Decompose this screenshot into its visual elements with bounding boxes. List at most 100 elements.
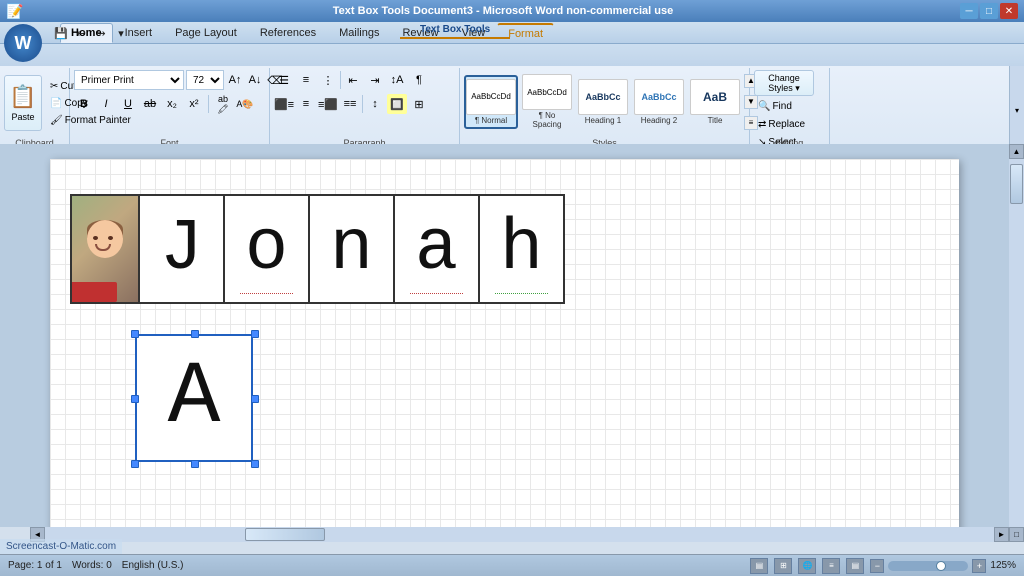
text-box-tools-label: Text Box Tools: [400, 22, 510, 39]
style-normal-preview: AaBbCcDd: [466, 79, 516, 115]
web-view-button[interactable]: 🌐: [798, 558, 816, 574]
scroll-track-vertical[interactable]: [1009, 159, 1024, 527]
horizontal-scrollbar[interactable]: ◄ ►: [30, 527, 1009, 542]
style-heading1[interactable]: AaBbCc Heading 1: [576, 75, 630, 129]
handle-bottom-left[interactable]: [131, 460, 139, 468]
selected-textbox-wrapper: A: [135, 334, 255, 464]
qat-more[interactable]: ▾: [112, 24, 130, 42]
tab-mailings[interactable]: Mailings: [328, 23, 390, 43]
expand-icon: ▾: [1015, 106, 1019, 115]
outline-view-button[interactable]: ≡: [822, 558, 840, 574]
words-status: Words: 0: [72, 560, 112, 571]
font-name-select[interactable]: Primer Print: [74, 70, 184, 90]
decrease-indent-button[interactable]: ⇤: [343, 70, 363, 90]
handle-middle-left[interactable]: [131, 395, 139, 403]
paste-button[interactable]: 📋 Paste: [4, 75, 42, 131]
font-name-row: Primer Print 72 A↑ A↓ ⌫: [74, 70, 284, 90]
print-view-button[interactable]: ▤: [750, 558, 768, 574]
style-heading1-label: Heading 1: [585, 116, 621, 125]
replace-button[interactable]: ⇄Replace: [754, 116, 809, 132]
window-title: Text Box Tools Document3 - Microsoft Wor…: [46, 5, 960, 17]
paragraph-content: ☰ ≡ ⋮ ⇤ ⇥ ↕A ¶ ⬛≡ ≡ ≡⬛ ≡≡ ↕ 🔲 ⊞: [274, 70, 429, 148]
child-face: [85, 220, 125, 268]
letter-box-J: J: [140, 194, 225, 304]
tab-page-layout[interactable]: Page Layout: [164, 23, 248, 43]
handle-top-right[interactable]: [251, 330, 259, 338]
zoom-out-button[interactable]: −: [870, 559, 884, 573]
line-spacing-button[interactable]: ↕: [365, 94, 385, 114]
bullet-list-button[interactable]: ☰: [274, 70, 294, 90]
font-color-button[interactable]: A🎨: [235, 94, 255, 114]
zoom-in-button[interactable]: +: [972, 559, 986, 573]
strikethrough-button[interactable]: ab: [140, 94, 160, 114]
status-bar: Page: 1 of 1 Words: 0 English (U.S.) ▤ ⊞…: [0, 554, 1024, 576]
superscript-button[interactable]: x²: [184, 94, 204, 114]
scroll-thumb-horizontal[interactable]: [245, 528, 325, 541]
document-area[interactable]: J o n a h: [0, 144, 1009, 527]
decrease-font-button[interactable]: A↓: [246, 71, 264, 89]
close-button[interactable]: ✕: [1000, 3, 1018, 19]
spell-underline-h: [495, 292, 548, 294]
border-button[interactable]: ⊞: [409, 94, 429, 114]
font-format-row: B I U ab x₂ x² ab🖍 A🎨: [74, 94, 255, 114]
shirt: [70, 282, 117, 302]
minimize-button[interactable]: ─: [960, 3, 978, 19]
align-center-button[interactable]: ≡: [296, 94, 316, 114]
multilevel-list-button[interactable]: ⋮: [318, 70, 338, 90]
letter-box-a: a: [395, 194, 480, 304]
corner-button[interactable]: □: [1009, 527, 1024, 542]
scroll-right-button[interactable]: ►: [994, 527, 1009, 542]
style-normal[interactable]: AaBbCcDd ¶ Normal: [464, 75, 518, 129]
name-row: J o n a h: [70, 194, 565, 304]
zoom-thumb[interactable]: [936, 561, 946, 571]
handle-middle-right[interactable]: [251, 395, 259, 403]
handle-top-middle[interactable]: [191, 330, 199, 338]
qat-redo[interactable]: ↪: [92, 24, 110, 42]
align-right-button[interactable]: ≡⬛: [318, 94, 338, 114]
qat-save[interactable]: 💾: [52, 24, 70, 42]
ribbon-expand[interactable]: ▾: [1009, 66, 1024, 154]
sort-button[interactable]: ↕A: [387, 70, 407, 90]
scroll-track-horizontal[interactable]: [45, 527, 994, 542]
full-screen-button[interactable]: ⊞: [774, 558, 792, 574]
style-heading2[interactable]: AaBbCc Heading 2: [632, 75, 686, 129]
handle-bottom-right[interactable]: [251, 460, 259, 468]
numbered-list-button[interactable]: ≡: [296, 70, 316, 90]
find-button[interactable]: 🔍Find: [754, 98, 796, 114]
handle-top-left[interactable]: [131, 330, 139, 338]
scroll-up-button[interactable]: ▲: [1009, 144, 1024, 159]
scroll-thumb-vertical[interactable]: [1010, 164, 1023, 204]
handle-bottom-middle[interactable]: [191, 460, 199, 468]
draft-view-button[interactable]: ▤: [846, 558, 864, 574]
separator: [208, 95, 209, 113]
style-title[interactable]: AaB Title: [688, 75, 742, 129]
a-text-box[interactable]: A: [135, 334, 253, 462]
ribbon: 📋 Paste ✂Cut 📄Copy 🖌Format Painter Clipb…: [0, 66, 1024, 154]
bold-button[interactable]: B: [74, 94, 94, 114]
office-button[interactable]: W: [4, 24, 42, 62]
shading-button[interactable]: 🔲: [387, 94, 407, 114]
maximize-button[interactable]: □: [980, 3, 998, 19]
increase-indent-button[interactable]: ⇥: [365, 70, 385, 90]
font-size-select[interactable]: 72: [186, 70, 224, 90]
justify-button[interactable]: ≡≡: [340, 94, 360, 114]
style-title-preview: AaB: [690, 79, 740, 115]
italic-button[interactable]: I: [96, 94, 116, 114]
vertical-scrollbar[interactable]: ▲ ▼: [1009, 144, 1024, 542]
style-no-spacing[interactable]: AaBbCcDd ¶ No Spacing: [520, 70, 574, 133]
tab-references[interactable]: References: [249, 23, 327, 43]
styles-gallery: AaBbCcDd ¶ Normal AaBbCcDd ¶ No Spacing …: [464, 70, 758, 145]
subscript-button[interactable]: x₂: [162, 94, 182, 114]
show-formatting-button[interactable]: ¶: [409, 70, 429, 90]
a-box-container[interactable]: A: [135, 334, 255, 464]
increase-font-button[interactable]: A↑: [226, 71, 244, 89]
change-styles-button[interactable]: Change Styles ▾: [754, 70, 814, 96]
qat-undo[interactable]: ↩: [72, 24, 90, 42]
quick-access-toolbar: 💾 ↩ ↪ ▾: [52, 24, 130, 42]
align-left-button[interactable]: ⬛≡: [274, 94, 294, 114]
separator: [340, 71, 341, 89]
zoom-slider[interactable]: [888, 561, 968, 571]
status-right: ▤ ⊞ 🌐 ≡ ▤ − + 125%: [750, 558, 1016, 574]
underline-button[interactable]: U: [118, 94, 138, 114]
highlight-button[interactable]: ab🖍: [213, 94, 233, 114]
